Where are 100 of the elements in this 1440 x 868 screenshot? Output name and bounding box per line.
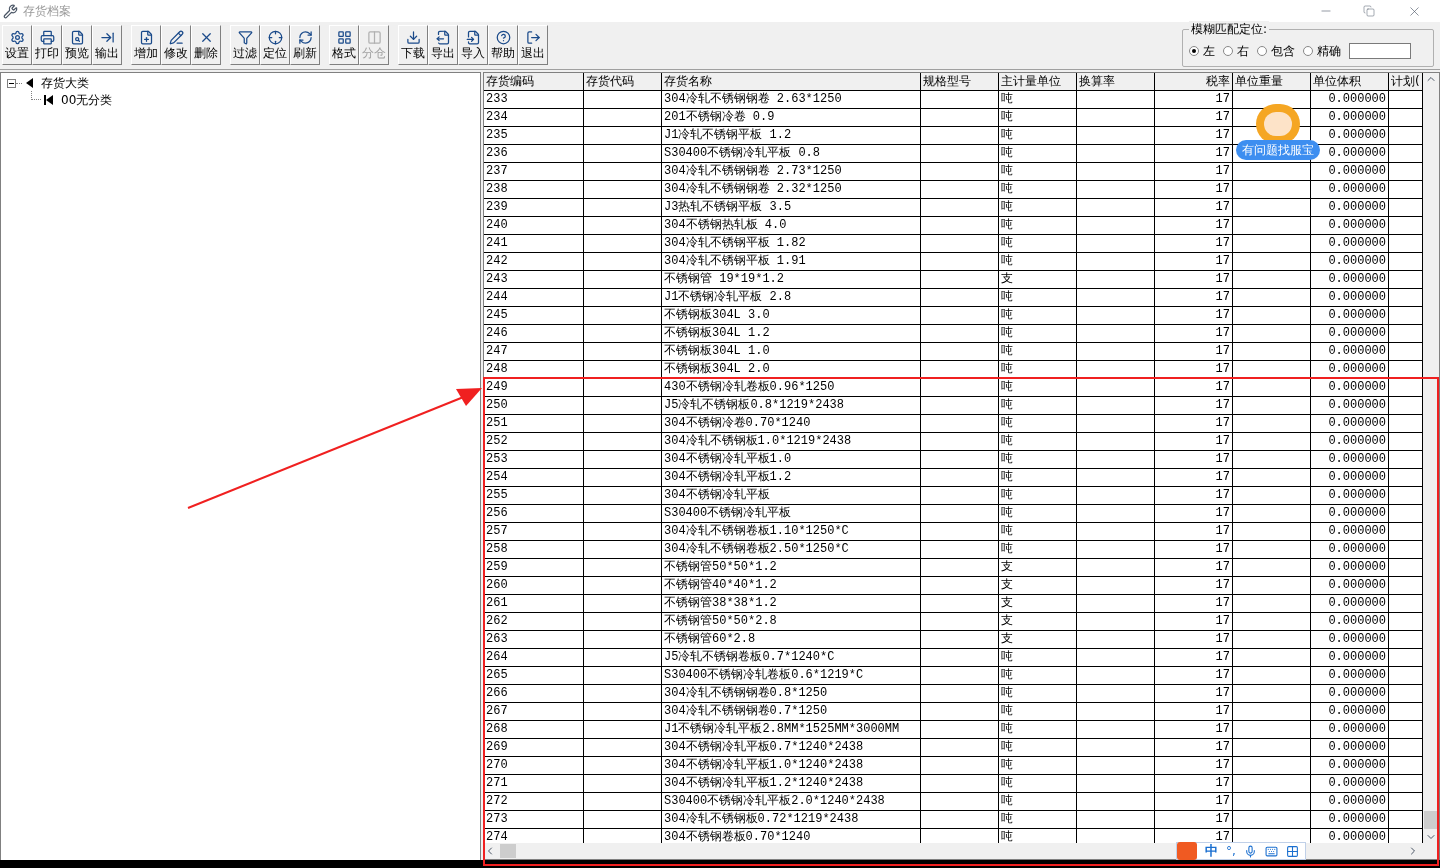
toolbar-button[interactable]: 导入 bbox=[458, 25, 488, 65]
column-header[interactable]: 规格型号 bbox=[921, 73, 999, 91]
toolbar-button[interactable]: 过滤 bbox=[230, 25, 260, 65]
table-cell: 0.000000 bbox=[1311, 793, 1389, 811]
toolbar-button[interactable]: 帮助 bbox=[488, 25, 518, 65]
toolbar-button[interactable]: 格式 bbox=[329, 25, 359, 65]
toolbar-button[interactable]: 删除 bbox=[191, 25, 221, 65]
toolbar-button[interactable]: 导出 bbox=[428, 25, 458, 65]
radio-option[interactable]: 右 bbox=[1223, 42, 1249, 60]
table-cell: 吨 bbox=[999, 109, 1077, 127]
table-cell: 吨 bbox=[999, 667, 1077, 685]
table-cell: 不锈钢板304L 1.0 bbox=[662, 343, 921, 361]
table-cell: 吨 bbox=[999, 793, 1077, 811]
table-cell: 17 bbox=[1155, 163, 1233, 181]
toolbar-button[interactable]: 预览 bbox=[62, 25, 92, 65]
table-cell: 吨 bbox=[999, 415, 1077, 433]
keyboard-icon[interactable] bbox=[1264, 844, 1278, 858]
column-header[interactable]: 主计量单位 bbox=[999, 73, 1077, 91]
column-header[interactable]: 存货编码 bbox=[484, 73, 584, 91]
table-cell: 258 bbox=[484, 541, 584, 559]
table-cell: 0.000000 bbox=[1311, 307, 1389, 325]
table-cell: 17 bbox=[1155, 271, 1233, 289]
column-header[interactable]: 存货代码 bbox=[584, 73, 662, 91]
radio-option[interactable]: 精确 bbox=[1303, 42, 1341, 60]
table-cell: 吨 bbox=[999, 775, 1077, 793]
table-cell: 吨 bbox=[999, 505, 1077, 523]
expander-icon[interactable] bbox=[7, 78, 16, 88]
column-header[interactable]: 换算率 bbox=[1077, 73, 1155, 91]
table-cell: 17 bbox=[1155, 523, 1233, 541]
radio-button[interactable] bbox=[1189, 46, 1199, 56]
radio-option[interactable]: 左 bbox=[1189, 42, 1215, 60]
restore-icon[interactable] bbox=[1363, 5, 1375, 17]
download-icon bbox=[405, 29, 421, 45]
table-cell: 不锈钢管50*50*1.2 bbox=[662, 559, 921, 577]
table-cell: 266 bbox=[484, 685, 584, 703]
vertical-scrollbar[interactable] bbox=[1423, 73, 1439, 843]
table-cell: 304冷轧不锈钢板0.72*1219*2438 bbox=[662, 811, 921, 829]
table-cell: 0.000000 bbox=[1311, 235, 1389, 253]
radio-option[interactable]: 包含 bbox=[1257, 42, 1295, 60]
table-cell: 256 bbox=[484, 505, 584, 523]
table-cell: 吨 bbox=[999, 127, 1077, 145]
column-header[interactable]: 税率 bbox=[1155, 73, 1233, 91]
grid-icon[interactable] bbox=[1285, 844, 1299, 858]
table-cell: 0.000000 bbox=[1311, 289, 1389, 307]
toolbar-button[interactable]: 退出 bbox=[518, 25, 548, 65]
tree-item[interactable]: 00无分类 bbox=[61, 90, 113, 109]
column-header[interactable]: 单位体积 bbox=[1311, 73, 1389, 91]
radio-button[interactable] bbox=[1223, 46, 1233, 56]
table-cell: 17 bbox=[1155, 631, 1233, 649]
group-title: 模糊匹配定位: bbox=[1189, 21, 1270, 37]
locate-input[interactable] bbox=[1349, 43, 1411, 59]
refresh-icon bbox=[297, 29, 313, 45]
toolbar-button[interactable]: 下载 bbox=[398, 25, 428, 65]
ime-mode[interactable]: 中 bbox=[1205, 841, 1218, 861]
toolbar-button[interactable]: 修改 bbox=[161, 25, 191, 65]
table-cell: 17 bbox=[1155, 577, 1233, 595]
radio-button[interactable] bbox=[1303, 46, 1313, 56]
column-header[interactable]: 单位重量 bbox=[1233, 73, 1311, 91]
table-cell: 17 bbox=[1155, 343, 1233, 361]
scrollbar-thumb[interactable] bbox=[1424, 811, 1438, 829]
table-cell: 0.000000 bbox=[1311, 163, 1389, 181]
table-cell: 271 bbox=[484, 775, 584, 793]
toolbar-button[interactable]: 定位 bbox=[260, 25, 290, 65]
scrollbar-thumb[interactable] bbox=[500, 844, 516, 858]
table-cell: 吨 bbox=[999, 703, 1077, 721]
table-cell: 吨 bbox=[999, 685, 1077, 703]
toolbar-button[interactable]: 打印 bbox=[32, 25, 62, 65]
table-cell: 267 bbox=[484, 703, 584, 721]
table-cell: 259 bbox=[484, 559, 584, 577]
table-cell: 17 bbox=[1155, 649, 1233, 667]
table-cell: 0.000000 bbox=[1311, 91, 1389, 109]
toolbar-button[interactable]: 设置 bbox=[2, 25, 32, 65]
table-cell: 239 bbox=[484, 199, 584, 217]
table-cell: 304冷轧不锈钢平板 1.91 bbox=[662, 253, 921, 271]
table-cell: 304不锈钢热轧板 4.0 bbox=[662, 217, 921, 235]
table-cell: 0.000000 bbox=[1311, 451, 1389, 469]
toolbar-button[interactable]: 输出 bbox=[92, 25, 122, 65]
table-cell: 238 bbox=[484, 181, 584, 199]
ime-punctuation[interactable]: °, bbox=[1226, 842, 1236, 860]
table-cell: 吨 bbox=[999, 307, 1077, 325]
table-cell: 吨 bbox=[999, 379, 1077, 397]
table-cell: 吨 bbox=[999, 397, 1077, 415]
table-cell: J5冷轧不锈钢卷板0.7*1240*C bbox=[662, 649, 921, 667]
toolbar-button[interactable]: 刷新 bbox=[290, 25, 320, 65]
table-cell: 253 bbox=[484, 451, 584, 469]
tree-item[interactable]: 存货大类 bbox=[41, 74, 89, 92]
table-cell: 250 bbox=[484, 397, 584, 415]
column-header[interactable]: 存货名称 bbox=[662, 73, 921, 91]
table-cell: 吨 bbox=[999, 649, 1077, 667]
radio-button[interactable] bbox=[1257, 46, 1267, 56]
table-cell: J1冷轧不锈钢平板 1.2 bbox=[662, 127, 921, 145]
table-cell: 不锈钢管38*38*1.2 bbox=[662, 595, 921, 613]
table-cell: 0.000000 bbox=[1311, 613, 1389, 631]
window-title: 存货档案 bbox=[23, 3, 71, 20]
toolbar-button[interactable]: 增加 bbox=[131, 25, 161, 65]
table-cell: 吨 bbox=[999, 739, 1077, 757]
table-cell: 支 bbox=[999, 271, 1077, 289]
table-cell: 17 bbox=[1155, 91, 1233, 109]
microphone-icon[interactable] bbox=[1243, 844, 1257, 858]
table-cell: 17 bbox=[1155, 505, 1233, 523]
